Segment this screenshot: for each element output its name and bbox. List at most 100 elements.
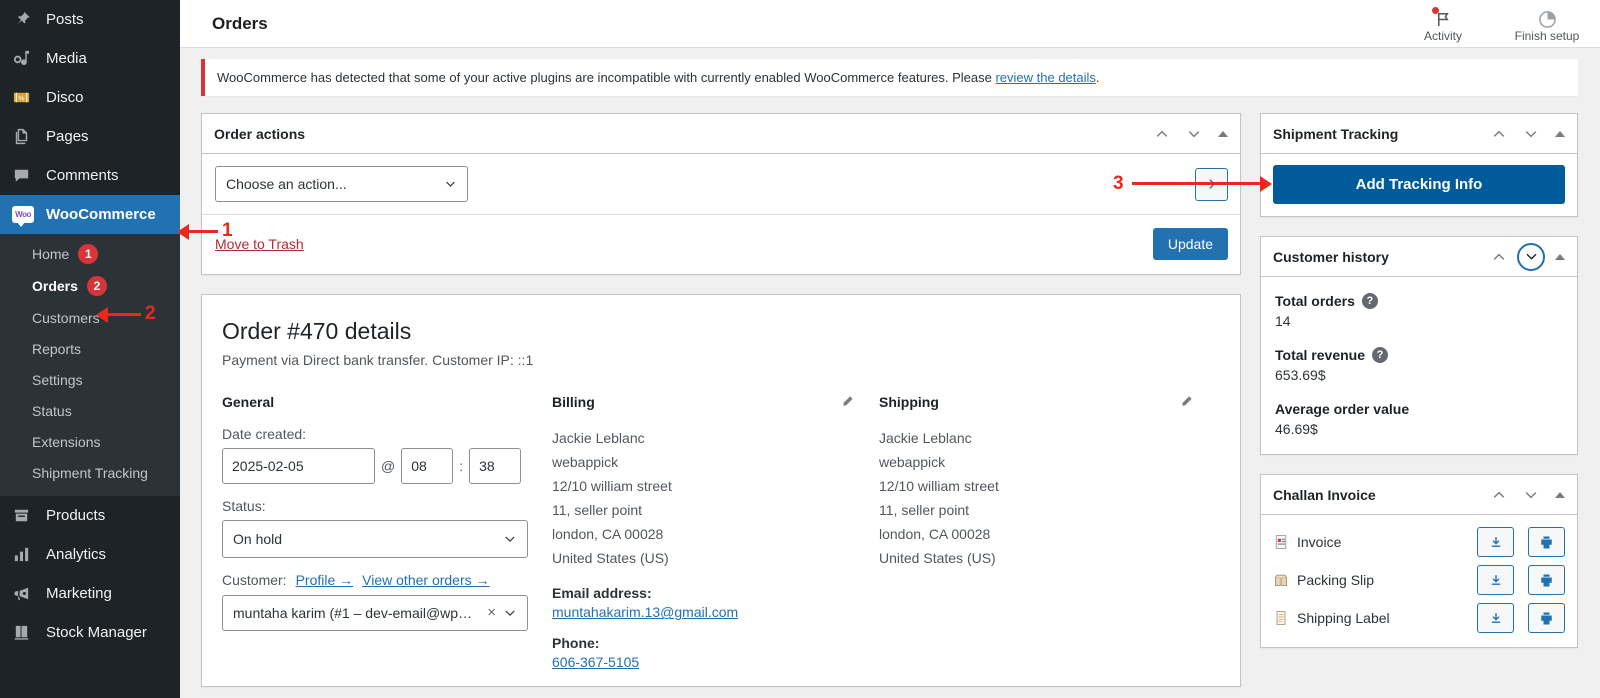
sidebar-item-woocommerce[interactable]: Woo WooCommerce [0, 195, 180, 234]
package-icon [1273, 572, 1289, 588]
choose-action-select-wrap: Choose an action... [215, 166, 468, 202]
shipping-label-actions [1477, 603, 1565, 633]
toggle-panel-icon[interactable] [1547, 241, 1573, 273]
minute-input[interactable] [469, 447, 522, 484]
print-icon[interactable] [1528, 603, 1565, 633]
sidebar-item-media[interactable]: Media [0, 39, 180, 78]
activity-button[interactable]: Activity [1406, 5, 1480, 43]
sidebar-item-analytics[interactable]: Analytics [0, 535, 180, 574]
customer-select[interactable]: muntaha karim (#1 – dev-email@wp… × [222, 594, 528, 631]
sidebar-item-label: Products [46, 507, 106, 524]
sidebar-item-pages[interactable]: Pages [0, 117, 180, 156]
date-created-input[interactable] [222, 447, 375, 484]
shipment-tracking-header: Shipment Tracking [1261, 114, 1577, 154]
edit-shipping-pencil-icon[interactable] [1179, 394, 1194, 409]
move-down-icon[interactable] [1515, 479, 1547, 511]
submenu-item-label: Status [32, 402, 72, 419]
sidebar-item-comments[interactable]: Comments [0, 156, 180, 195]
megaphone-icon [12, 584, 38, 604]
move-down-icon[interactable] [1178, 118, 1210, 150]
billing-phone-link[interactable]: 606-367-5105 [552, 654, 855, 670]
review-details-link[interactable]: review the details [995, 70, 1095, 85]
print-icon[interactable] [1528, 565, 1565, 595]
download-icon[interactable] [1477, 603, 1514, 633]
svg-text:%: % [19, 95, 25, 102]
submenu-item-extensions[interactable]: Extensions [0, 426, 180, 457]
activity-label: Activity [1423, 28, 1462, 43]
challan-invoice-panel: Challan Invoice Invoice Packing Slip Shi… [1260, 474, 1578, 648]
shipping-address-line: 12/10 william street [879, 478, 999, 495]
update-button[interactable]: Update [1152, 228, 1228, 260]
average-order-value-value: 46.69$ [1275, 421, 1318, 437]
edit-billing-pencil-icon[interactable] [840, 394, 855, 409]
billing-email-link[interactable]: muntahakarim.13@gmail.com [552, 604, 855, 620]
customer-row: Customer: Profile → View other orders → [222, 572, 528, 588]
billing-address-line: Jackie Leblanc [552, 429, 645, 446]
submenu-item-status[interactable]: Status [0, 395, 180, 426]
panel-handle-actions [1483, 241, 1573, 273]
help-icon[interactable]: ? [1372, 347, 1388, 363]
download-icon[interactable] [1477, 565, 1514, 595]
billing-address-line: webappick [552, 453, 619, 470]
submenu-item-label: Extensions [32, 433, 101, 450]
choose-action-select[interactable]: Choose an action... [215, 166, 468, 202]
customer-select-value: muntaha karim (#1 – dev-email@wp… [233, 604, 473, 621]
move-up-icon[interactable] [1483, 241, 1515, 273]
pin-icon [12, 10, 38, 30]
customer-profile-link[interactable]: Profile → [296, 572, 354, 588]
move-down-icon[interactable] [1517, 242, 1545, 271]
date-created-row: @ : [222, 447, 528, 484]
admin-sidebar: Posts Media % Disco Pages Comments Woo W… [0, 0, 180, 698]
order-actions-panel: Order actions Choose an action... Move t… [201, 113, 1241, 275]
challan-invoice-body: Invoice Packing Slip Shipping Label [1261, 515, 1577, 647]
view-other-orders-link[interactable]: View other orders → [362, 572, 489, 588]
submenu-item-shipment-tracking[interactable]: Shipment Tracking [0, 457, 180, 488]
total-revenue-label: Total revenue [1275, 347, 1365, 363]
chevron-down-icon [503, 606, 517, 620]
customer-history-title: Customer history [1273, 248, 1389, 265]
clear-customer-icon[interactable]: × [487, 604, 496, 621]
challan-row: Shipping Label [1273, 599, 1565, 637]
submenu-item-home[interactable]: Home 1 [0, 238, 180, 270]
total-orders-value: 14 [1275, 313, 1291, 329]
notice-text: WooCommerce has detected that some of yo… [217, 70, 996, 85]
finish-setup-button[interactable]: Finish setup [1510, 5, 1584, 43]
download-icon[interactable] [1477, 527, 1514, 557]
sidebar-item-posts[interactable]: Posts [0, 0, 180, 39]
comment-icon [12, 166, 38, 186]
submenu-item-reports[interactable]: Reports [0, 333, 180, 364]
toggle-panel-icon[interactable] [1210, 118, 1236, 150]
order-actions-title: Order actions [214, 125, 306, 142]
page-title: Orders [212, 13, 268, 33]
move-up-icon[interactable] [1483, 118, 1515, 150]
submenu-item-orders[interactable]: Orders 2 [0, 270, 180, 302]
side-column: Shipment Tracking Add Tracking Info Cust… [1260, 113, 1578, 667]
hour-input[interactable] [401, 447, 454, 484]
woocommerce-submenu: Home 1 Orders 2 Customers Reports Settin… [0, 234, 180, 496]
move-down-icon[interactable] [1515, 118, 1547, 150]
toggle-panel-icon[interactable] [1547, 118, 1573, 150]
help-icon[interactable]: ? [1361, 293, 1378, 309]
submenu-item-label: Home [32, 246, 70, 262]
sidebar-item-products[interactable]: Products [0, 496, 180, 535]
add-tracking-info-button[interactable]: Add Tracking Info [1273, 165, 1565, 204]
order-status-select[interactable]: On hold [222, 519, 528, 558]
shipping-address-line: london, CA 00028 [879, 526, 991, 543]
order-data: Order #470 details Payment via Direct ba… [202, 295, 1240, 686]
date-created-label: Date created: [222, 425, 307, 442]
sidebar-item-marketing[interactable]: Marketing [0, 574, 180, 613]
submenu-item-settings[interactable]: Settings [0, 364, 180, 395]
sidebar-item-stock-manager[interactable]: Stock Manager [0, 613, 180, 652]
annotation-3-line [1132, 182, 1262, 185]
print-icon[interactable] [1528, 527, 1565, 557]
pages-icon [12, 127, 38, 147]
analytics-icon [12, 545, 38, 565]
shipping-label-label: Shipping Label [1297, 610, 1390, 626]
billing-column: Billing Jackie Leblanc webappick 12/10 w… [552, 394, 879, 670]
move-up-icon[interactable] [1483, 479, 1515, 511]
toggle-panel-icon[interactable] [1547, 479, 1573, 511]
sidebar-item-disco[interactable]: % Disco [0, 78, 180, 117]
move-up-icon[interactable] [1146, 118, 1178, 150]
orders-count-badge: 2 [86, 276, 107, 296]
sidebar-item-label: Pages [46, 128, 89, 145]
